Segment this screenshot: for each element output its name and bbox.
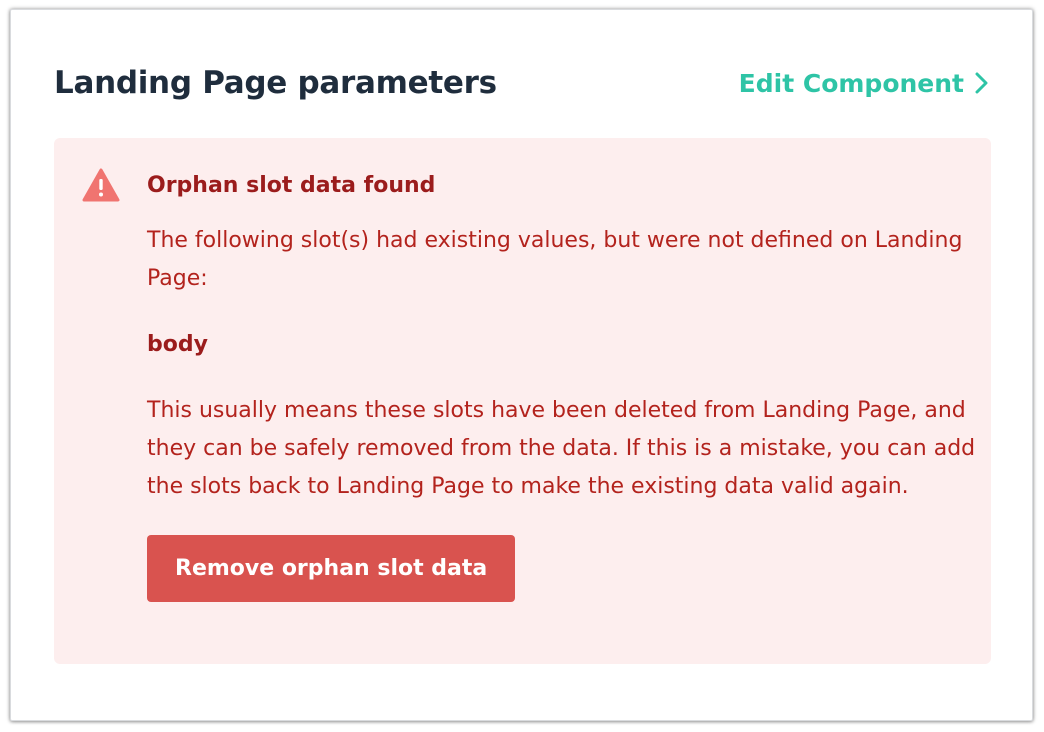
parameters-card: Landing Page parameters Edit Component O…	[10, 9, 1033, 721]
orphan-slot-name: body	[147, 332, 208, 357]
alert-intro-text: The following slot(s) had existing value…	[147, 228, 963, 291]
edit-component-link[interactable]: Edit Component	[739, 69, 990, 98]
alert-explanation-text: This usually means these slots have been…	[147, 398, 976, 499]
alert-heading: Orphan slot data found	[147, 173, 436, 198]
edit-component-label: Edit Component	[738, 68, 964, 98]
alert-content: Orphan slot data found The following slo…	[147, 171, 977, 602]
orphan-slot-alert: Orphan slot data found The following slo…	[54, 138, 991, 664]
remove-orphan-slot-data-button[interactable]: Remove orphan slot data	[147, 535, 516, 602]
page-title: Landing Page parameters	[54, 65, 497, 101]
card-header: Landing Page parameters Edit Component	[54, 60, 990, 106]
warning-triangle-icon	[82, 168, 120, 202]
chevron-right-icon	[975, 72, 988, 94]
